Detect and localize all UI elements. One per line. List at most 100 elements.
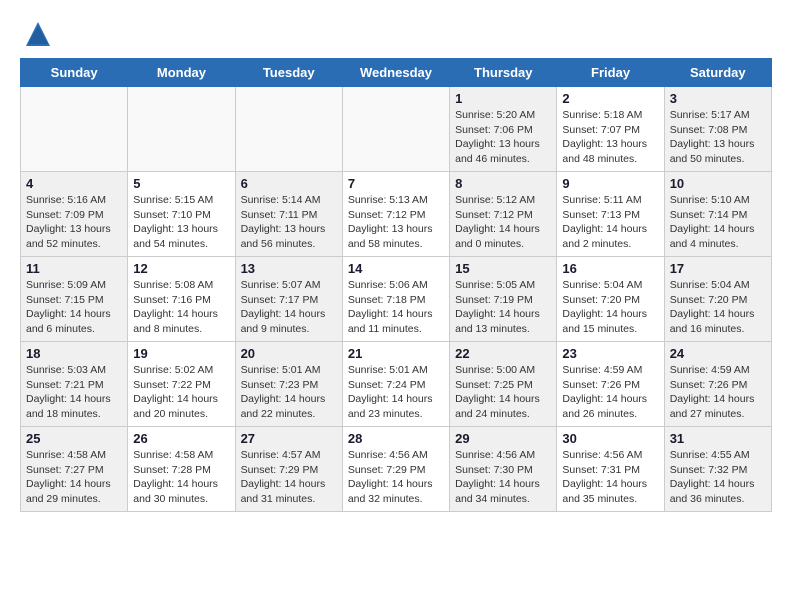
day-info: Sunrise: 5:09 AM Sunset: 7:15 PM Dayligh… [26,278,122,337]
day-number: 20 [241,346,337,361]
day-number: 21 [348,346,444,361]
weekday-header: Saturday [664,59,771,87]
day-info: Sunrise: 4:59 AM Sunset: 7:26 PM Dayligh… [670,363,766,422]
day-number: 7 [348,176,444,191]
day-number: 16 [562,261,658,276]
table-row: 22 Sunrise: 5:00 AM Sunset: 7:25 PM Dayli… [450,342,557,427]
table-row: 7 Sunrise: 5:13 AM Sunset: 7:12 PM Daylig… [342,172,449,257]
day-number: 29 [455,431,551,446]
table-row: 29 Sunrise: 4:56 AM Sunset: 7:30 PM Dayli… [450,427,557,512]
day-info: Sunrise: 5:15 AM Sunset: 7:10 PM Dayligh… [133,193,229,252]
day-number: 4 [26,176,122,191]
day-number: 15 [455,261,551,276]
day-info: Sunrise: 4:56 AM Sunset: 7:31 PM Dayligh… [562,448,658,507]
table-row: 15 Sunrise: 5:05 AM Sunset: 7:19 PM Dayli… [450,257,557,342]
table-row: 6Sunrise: 5:14 AM Sunset: 7:11 PM Daylig… [235,172,342,257]
table-row: 2Sunrise: 5:18 AM Sunset: 7:07 PM Daylig… [557,87,664,172]
day-number: 27 [241,431,337,446]
table-row [21,87,128,172]
day-info: Sunrise: 5:10 AM Sunset: 7:14 PM Dayligh… [670,193,766,252]
day-number: 5 [133,176,229,191]
day-number: 30 [562,431,658,446]
table-row: 16 Sunrise: 5:04 AM Sunset: 7:20 PM Dayli… [557,257,664,342]
day-number: 11 [26,261,122,276]
day-info: Sunrise: 5:00 AM Sunset: 7:25 PM Dayligh… [455,363,551,422]
table-row: 5 Sunrise: 5:15 AM Sunset: 7:10 PM Daylig… [128,172,235,257]
table-row: 26 Sunrise: 4:58 AM Sunset: 7:28 PM Dayli… [128,427,235,512]
day-info: Sunrise: 5:20 AM Sunset: 7:06 PM Dayligh… [455,108,551,167]
day-number: 12 [133,261,229,276]
day-info: Sunrise: 5:04 AM Sunset: 7:20 PM Dayligh… [562,278,658,337]
day-info: Sunrise: 5:08 AM Sunset: 7:16 PM Dayligh… [133,278,229,337]
day-number: 9 [562,176,658,191]
calendar-week-row: 4 Sunrise: 5:16 AM Sunset: 7:09 PM Daylig… [21,172,772,257]
day-info: Sunrise: 5:16 AM Sunset: 7:09 PM Dayligh… [26,193,122,252]
day-info: Sunrise: 5:01 AM Sunset: 7:24 PM Dayligh… [348,363,444,422]
day-number: 14 [348,261,444,276]
table-row: 19 Sunrise: 5:02 AM Sunset: 7:22 PM Dayli… [128,342,235,427]
table-row: 24 Sunrise: 4:59 AM Sunset: 7:26 PM Dayli… [664,342,771,427]
day-info: Sunrise: 5:11 AM Sunset: 7:13 PM Dayligh… [562,193,658,252]
day-info: Sunrise: 5:17 AM Sunset: 7:08 PM Dayligh… [670,108,766,167]
day-info: Sunrise: 5:12 AM Sunset: 7:12 PM Dayligh… [455,193,551,252]
table-row: 20Sunrise: 5:01 AM Sunset: 7:23 PM Dayli… [235,342,342,427]
day-number: 22 [455,346,551,361]
day-number: 6 [241,176,337,191]
table-row: 12 Sunrise: 5:08 AM Sunset: 7:16 PM Dayli… [128,257,235,342]
day-number: 1 [455,91,551,106]
table-row: 31Sunrise: 4:55 AM Sunset: 7:32 PM Dayli… [664,427,771,512]
day-number: 19 [133,346,229,361]
weekday-header: Friday [557,59,664,87]
day-info: Sunrise: 4:56 AM Sunset: 7:30 PM Dayligh… [455,448,551,507]
table-row: 27 Sunrise: 4:57 AM Sunset: 7:29 PM Dayli… [235,427,342,512]
day-info: Sunrise: 4:58 AM Sunset: 7:27 PM Dayligh… [26,448,122,507]
table-row: 28 Sunrise: 4:56 AM Sunset: 7:29 PM Dayli… [342,427,449,512]
table-row: 13 Sunrise: 5:07 AM Sunset: 7:17 PM Dayli… [235,257,342,342]
table-row: 11 Sunrise: 5:09 AM Sunset: 7:15 PM Dayli… [21,257,128,342]
day-info: Sunrise: 5:03 AM Sunset: 7:21 PM Dayligh… [26,363,122,422]
table-row: 9 Sunrise: 5:11 AM Sunset: 7:13 PM Daylig… [557,172,664,257]
calendar-week-row: 1 Sunrise: 5:20 AM Sunset: 7:06 PM Daylig… [21,87,772,172]
table-row: 10 Sunrise: 5:10 AM Sunset: 7:14 PM Dayli… [664,172,771,257]
day-info: Sunrise: 5:02 AM Sunset: 7:22 PM Dayligh… [133,363,229,422]
day-number: 18 [26,346,122,361]
calendar-table: SundayMondayTuesdayWednesdayThursdayFrid… [20,58,772,512]
day-number: 3 [670,91,766,106]
day-info: Sunrise: 4:58 AM Sunset: 7:28 PM Dayligh… [133,448,229,507]
day-info: Sunrise: 4:55 AM Sunset: 7:32 PM Dayligh… [670,448,766,507]
day-number: 13 [241,261,337,276]
day-number: 28 [348,431,444,446]
page-header [20,20,772,48]
table-row: 14 Sunrise: 5:06 AM Sunset: 7:18 PM Dayli… [342,257,449,342]
day-number: 24 [670,346,766,361]
calendar-week-row: 11 Sunrise: 5:09 AM Sunset: 7:15 PM Dayli… [21,257,772,342]
table-row: 21 Sunrise: 5:01 AM Sunset: 7:24 PM Dayli… [342,342,449,427]
weekday-header: Wednesday [342,59,449,87]
weekday-header: Monday [128,59,235,87]
table-row: 1 Sunrise: 5:20 AM Sunset: 7:06 PM Daylig… [450,87,557,172]
weekday-header: Thursday [450,59,557,87]
weekday-header: Sunday [21,59,128,87]
table-row: 3 Sunrise: 5:17 AM Sunset: 7:08 PM Daylig… [664,87,771,172]
weekday-header: Tuesday [235,59,342,87]
day-info: Sunrise: 5:07 AM Sunset: 7:17 PM Dayligh… [241,278,337,337]
day-number: 26 [133,431,229,446]
table-row [128,87,235,172]
day-number: 8 [455,176,551,191]
day-number: 10 [670,176,766,191]
day-info: Sunrise: 5:06 AM Sunset: 7:18 PM Dayligh… [348,278,444,337]
table-row: 8 Sunrise: 5:12 AM Sunset: 7:12 PM Daylig… [450,172,557,257]
day-number: 23 [562,346,658,361]
day-info: Sunrise: 4:56 AM Sunset: 7:29 PM Dayligh… [348,448,444,507]
logo [20,20,52,48]
day-number: 25 [26,431,122,446]
table-row: 25 Sunrise: 4:58 AM Sunset: 7:27 PM Dayli… [21,427,128,512]
table-row [235,87,342,172]
day-info: Sunrise: 5:13 AM Sunset: 7:12 PM Dayligh… [348,193,444,252]
day-number: 2 [562,91,658,106]
day-info: Sunrise: 4:57 AM Sunset: 7:29 PM Dayligh… [241,448,337,507]
table-row: 23Sunrise: 4:59 AM Sunset: 7:26 PM Dayli… [557,342,664,427]
day-number: 17 [670,261,766,276]
day-info: Sunrise: 5:05 AM Sunset: 7:19 PM Dayligh… [455,278,551,337]
day-info: Sunrise: 5:04 AM Sunset: 7:20 PM Dayligh… [670,278,766,337]
